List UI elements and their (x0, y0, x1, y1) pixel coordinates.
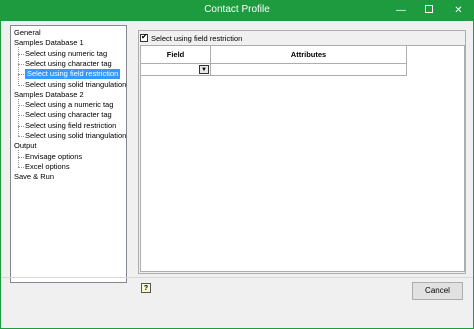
tree-connector (18, 150, 19, 167)
tree-connector (18, 47, 19, 85)
tree-child-item[interactable]: Select using solid triangulation (25, 80, 126, 90)
tree-child-item[interactable]: Envisage options (25, 152, 82, 162)
tree-child-item[interactable]: Select using a numeric tag (25, 100, 113, 110)
tree-node[interactable]: Samples Database 2 (14, 90, 84, 100)
maximize-icon (425, 5, 433, 14)
field-cell[interactable]: ▼ (141, 64, 211, 76)
tree-node[interactable]: General (14, 28, 41, 38)
restriction-grid: Field Attributes ▼ (140, 45, 465, 272)
column-header-attributes[interactable]: Attributes (211, 46, 407, 64)
field-restriction-checkbox-row[interactable]: ✔ Select using field restriction (140, 32, 243, 43)
tree-node[interactable]: Samples Database 1 (14, 38, 84, 48)
close-button[interactable]: ✕ (443, 0, 474, 21)
tree-child-item[interactable]: Select using character tag (25, 110, 112, 120)
attributes-cell[interactable] (211, 64, 407, 76)
maximize-button[interactable] (415, 0, 443, 21)
minimize-button[interactable]: — (387, 0, 415, 21)
column-header-field[interactable]: Field (141, 46, 211, 64)
tree-connector (18, 84, 24, 86)
footer-divider (1, 277, 473, 278)
tree-connector (18, 136, 24, 137)
tree-child-item[interactable]: Select using solid triangulation (25, 131, 126, 141)
field-dropdown-button[interactable]: ▼ (199, 65, 209, 74)
tree-connector (18, 98, 19, 136)
grid-row: ▼ (141, 64, 407, 76)
help-icon[interactable]: ? (141, 283, 151, 293)
tree-child-item[interactable]: Select using field restriction (25, 69, 121, 80)
checkmark-icon: ✔ (141, 32, 148, 41)
cancel-button[interactable]: Cancel (412, 282, 463, 300)
tree-child-item[interactable]: Select using character tag (25, 59, 112, 69)
dialog-client-area: General Samples Database 1 Select using nu… (1, 21, 473, 328)
tree-child-item[interactable]: Select using field restriction (25, 121, 116, 131)
field-restriction-checkbox[interactable]: ✔ (140, 32, 148, 42)
field-restriction-checkbox-label: Select using field restriction (151, 33, 243, 43)
title-bar[interactable]: Contact Profile — ✕ (0, 0, 474, 21)
tree-connector (18, 166, 24, 168)
tree-child-item[interactable]: Excel options (25, 162, 70, 172)
navigation-tree[interactable]: General Samples Database 1 Select using nu… (10, 25, 127, 283)
tree-child-item[interactable]: Select using numeric tag (25, 49, 107, 59)
grid-header: Field Attributes (141, 46, 407, 64)
contact-profile-window: Contact Profile — ✕ General Samples Datab… (0, 0, 474, 329)
tree-node[interactable]: Save & Run (14, 172, 54, 182)
